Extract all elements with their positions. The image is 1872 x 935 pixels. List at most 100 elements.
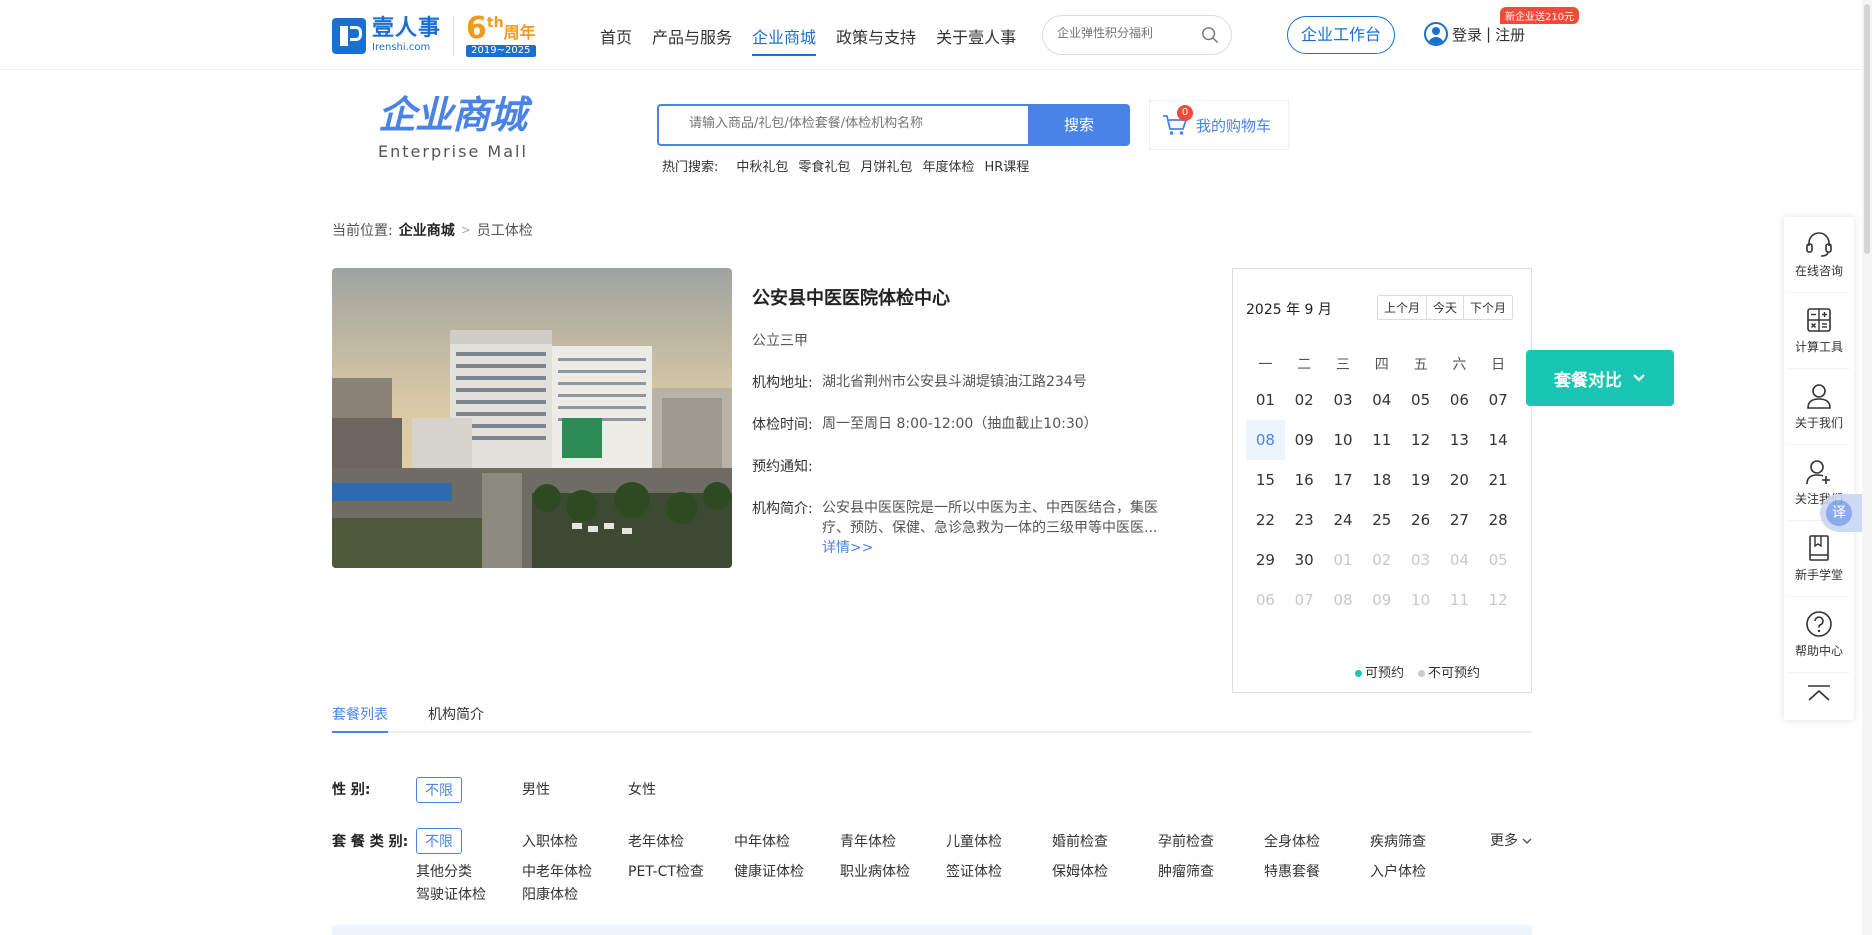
calendar-day[interactable]: 13 [1440,420,1479,460]
type-option[interactable]: 签证体检 [946,861,1002,881]
calendar-day[interactable]: 19 [1401,460,1440,500]
type-option[interactable]: 疾病筛查 [1370,831,1426,851]
mall-search-button[interactable]: 搜索 [1028,104,1130,146]
sidebar-calculator[interactable]: 计算工具 [1789,293,1849,369]
calendar-day[interactable]: 18 [1362,460,1401,500]
page-scrollbar[interactable] [1862,0,1872,935]
sidebar-help-center[interactable]: 帮助中心 [1789,597,1849,673]
calendar-day[interactable]: 06 [1440,380,1479,420]
calendar-day[interactable]: 30 [1285,540,1324,580]
calendar-day[interactable]: 07 [1479,380,1518,420]
calendar-day[interactable]: 09 [1285,420,1324,460]
calendar-day[interactable]: 16 [1285,460,1324,500]
nav-about[interactable]: 关于壹人事 [936,24,1016,56]
type-option[interactable]: 老年体检 [628,831,684,851]
nav-products[interactable]: 产品与服务 [652,24,732,56]
calendar-day[interactable]: 03 [1324,380,1363,420]
calendar-day[interactable]: 20 [1440,460,1479,500]
hours-row: 体检时间: 周一至周日 8:00-12:00（抽血截止10:30） [752,414,1172,434]
type-option[interactable]: 阳康体检 [522,884,578,904]
type-option[interactable]: 儿童体检 [946,831,1002,851]
back-to-top-button[interactable] [1789,673,1849,716]
calendar-day-today[interactable]: 08 [1246,420,1285,460]
calendar-day[interactable]: 05 [1401,380,1440,420]
gender-option-male[interactable]: 男性 [522,779,550,799]
hot-search-item[interactable]: 零食礼包 [798,156,850,175]
type-option[interactable]: 特惠套餐 [1264,861,1320,881]
calendar-day[interactable]: 11 [1362,420,1401,460]
hot-search-item[interactable]: 年度体检 [922,156,974,175]
calculator-icon [1807,308,1831,332]
calendar-day[interactable]: 01 [1246,380,1285,420]
type-option[interactable]: 入户体检 [1370,861,1426,881]
type-option[interactable]: 保姆体检 [1052,861,1108,881]
gender-filter-label: 性 别: [332,782,371,798]
package-compare-button[interactable]: 套餐对比 [1526,350,1674,406]
nav-home[interactable]: 首页 [600,24,632,56]
type-option[interactable]: 其他分类 [416,861,472,881]
breadcrumb-mall[interactable]: 企业商城 [399,220,455,240]
breadcrumb-current: 员工体检 [476,223,533,239]
type-option[interactable]: 中老年体检 [522,861,592,881]
sidebar-about-us[interactable]: 关于我们 [1789,369,1849,445]
type-option[interactable]: 职业病体检 [840,861,910,881]
calendar-day[interactable]: 29 [1246,540,1285,580]
more-categories-button[interactable]: 更多 [1490,830,1532,850]
workbench-button[interactable]: 企业工作台 [1287,16,1395,54]
hot-search-item[interactable]: HR课程 [984,156,1029,175]
top-search-input[interactable] [1057,26,1197,40]
gender-option-female[interactable]: 女性 [628,779,656,799]
sidebar-online-consult[interactable]: 在线咨询 [1789,217,1849,293]
type-option[interactable]: 健康证体检 [734,861,804,881]
intro-detail-link[interactable]: 详情>> [822,540,873,556]
type-option[interactable]: 孕前检查 [1158,831,1214,851]
calendar-day[interactable]: 26 [1401,500,1440,540]
calendar-day[interactable]: 21 [1479,460,1518,500]
calendar-day[interactable]: 04 [1362,380,1401,420]
register-link[interactable]: 注册 [1495,24,1525,45]
gender-option-any[interactable]: 不限 [416,777,462,803]
type-option[interactable]: 青年体检 [840,831,896,851]
calendar-day[interactable]: 02 [1285,380,1324,420]
calendar-day[interactable]: 28 [1479,500,1518,540]
calendar-week: 29 30 01 02 03 04 05 [1246,540,1518,580]
type-option[interactable]: 入职体检 [522,831,578,851]
today-button[interactable]: 今天 [1427,296,1465,319]
mall-search-input[interactable] [689,116,1009,131]
type-option[interactable]: 婚前检查 [1052,831,1108,851]
login-link[interactable]: 登录 [1452,24,1482,45]
calendar-day[interactable]: 25 [1362,500,1401,540]
calendar-day[interactable]: 27 [1440,500,1479,540]
calendar-day[interactable]: 12 [1401,420,1440,460]
type-option[interactable]: 中年体检 [734,831,790,851]
package-list-area [332,925,1532,935]
calendar-day[interactable]: 23 [1285,500,1324,540]
calendar-day[interactable]: 10 [1324,420,1363,460]
tab-package-list[interactable]: 套餐列表 [332,704,388,733]
scrollbar-thumb[interactable] [1864,4,1870,254]
hot-search-item[interactable]: 中秋礼包 [736,156,788,175]
prev-month-button[interactable]: 上个月 [1378,296,1428,319]
calendar-day[interactable]: 24 [1324,500,1363,540]
calendar-day[interactable]: 15 [1246,460,1285,500]
sidebar-beginner-school[interactable]: 新手学堂 [1789,521,1849,597]
nav-policy[interactable]: 政策与支持 [836,24,916,56]
type-option[interactable]: PET-CT检查 [628,861,704,881]
calendar-day[interactable]: 22 [1246,500,1285,540]
cart-button[interactable]: 我的购物车 [1149,100,1289,150]
search-icon[interactable] [1201,26,1219,44]
next-month-button[interactable]: 下个月 [1464,296,1512,319]
type-option[interactable]: 驾驶证体检 [416,884,486,904]
type-option[interactable]: 肿瘤筛查 [1158,861,1214,881]
weekday-label: 三 [1335,357,1350,373]
back-to-top-icon [1808,684,1830,701]
tab-institution-intro[interactable]: 机构简介 [428,704,484,731]
type-option[interactable]: 不限 [416,828,462,854]
type-option[interactable]: 全身体检 [1264,831,1320,851]
calendar-day[interactable]: 17 [1324,460,1363,500]
nav-mall[interactable]: 企业商城 [752,24,817,56]
site-logo[interactable]: 壹人事 Irenshi.com 6th周年 2019~2025 [332,14,536,57]
calendar-day[interactable]: 14 [1479,420,1518,460]
translate-widget[interactable]: 译 [1820,494,1864,532]
hot-search-item[interactable]: 月饼礼包 [860,156,912,175]
